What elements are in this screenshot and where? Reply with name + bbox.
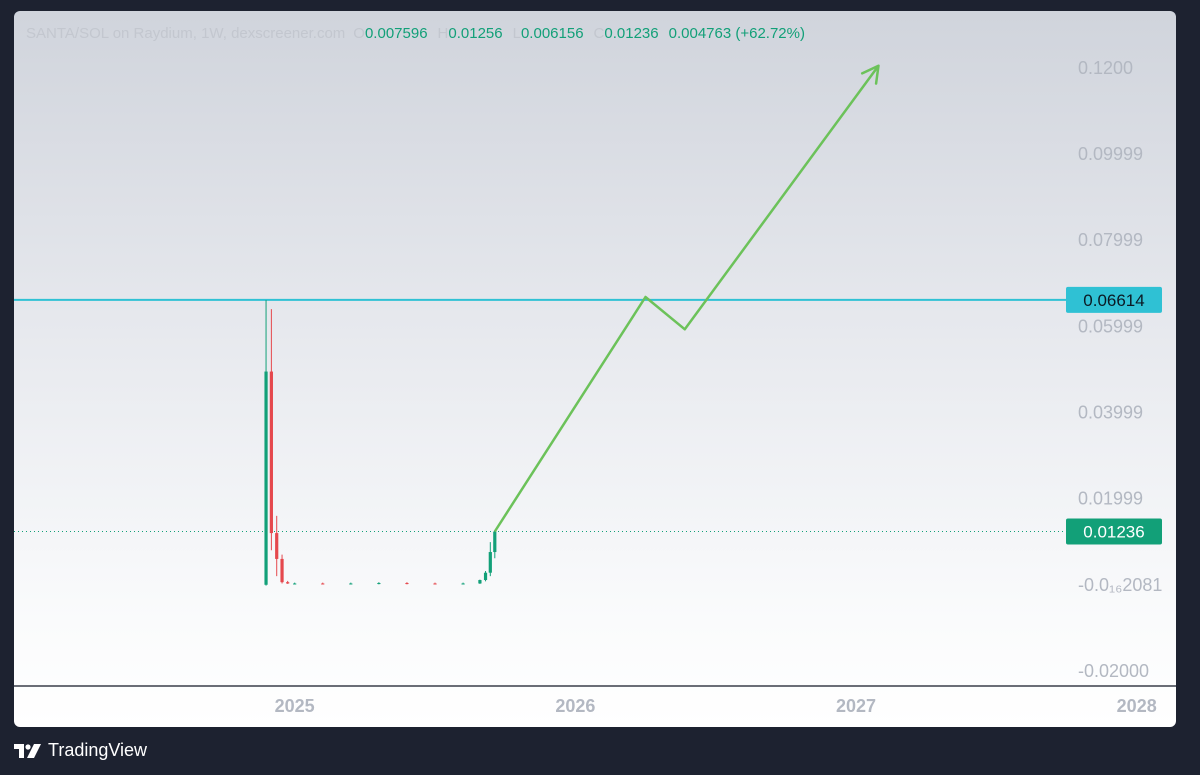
y-tick-label: -0.0₁₆2081 xyxy=(1078,575,1162,595)
tradingview-brand: TradingView xyxy=(48,740,148,760)
candle-body xyxy=(461,583,465,585)
x-tick-label: 2026 xyxy=(555,696,595,716)
symbol-title: SANTA/SOL on Raydium, 1W, dexscreener.co… xyxy=(26,25,346,42)
y-tick-label: 0.09999 xyxy=(1078,144,1143,164)
y-tick-label: 0.1200 xyxy=(1078,58,1133,78)
candle-body xyxy=(280,558,284,583)
y-tick-label: -0.02000 xyxy=(1078,661,1149,681)
level-badge-text: 0.06614 xyxy=(1083,291,1144,310)
high-label: H xyxy=(437,25,449,42)
projection-arrow-line xyxy=(493,64,880,533)
candle-body xyxy=(377,583,381,585)
chart-panel: 0.1200 0.09999 0.07999 0.05999 0.03999 0.0199… xyxy=(14,11,1176,727)
price-chart[interactable]: 0.1200 0.09999 0.07999 0.05999 0.03999 0.0199… xyxy=(14,11,1176,727)
candle-body xyxy=(269,371,273,534)
open-value: 0.007596 xyxy=(364,25,428,42)
x-tick-label: 2027 xyxy=(836,696,876,716)
candle-body xyxy=(483,572,488,581)
close-value: 0.01236 xyxy=(604,25,659,42)
change-value: 0.004763 (+62.72%) xyxy=(668,25,805,42)
candle-body xyxy=(405,583,409,585)
y-tick-label: 0.03999 xyxy=(1078,403,1143,423)
candle-body xyxy=(488,552,492,573)
y-tick-label: 0.07999 xyxy=(1078,230,1143,250)
tradingview-icon xyxy=(14,743,41,758)
chart-header: SANTA/SOL on Raydium, 1W, dexscreener.co… xyxy=(26,25,805,42)
x-tick-label: 2028 xyxy=(1117,696,1157,716)
low-value: 0.006156 xyxy=(520,25,584,42)
candle-body xyxy=(286,582,290,584)
high-value: 0.01256 xyxy=(448,25,503,42)
open-label: O xyxy=(353,25,365,42)
last-price-badge-text: 0.01236 xyxy=(1083,523,1144,542)
candle-body xyxy=(275,533,279,559)
candle-body xyxy=(293,583,297,585)
candle-body xyxy=(321,583,325,585)
y-tick-label: 0.01999 xyxy=(1078,489,1143,509)
y-tick-label: 0.05999 xyxy=(1078,316,1143,336)
x-tick-label: 2025 xyxy=(275,696,315,716)
candle-body xyxy=(433,583,437,585)
candle-body xyxy=(493,531,497,553)
candle-body xyxy=(349,583,353,585)
candle-body xyxy=(478,580,482,584)
candle-body xyxy=(264,371,268,585)
close-label: C xyxy=(593,25,605,42)
low-label: L xyxy=(512,25,521,42)
tradingview-logo[interactable]: TradingView xyxy=(14,740,147,761)
